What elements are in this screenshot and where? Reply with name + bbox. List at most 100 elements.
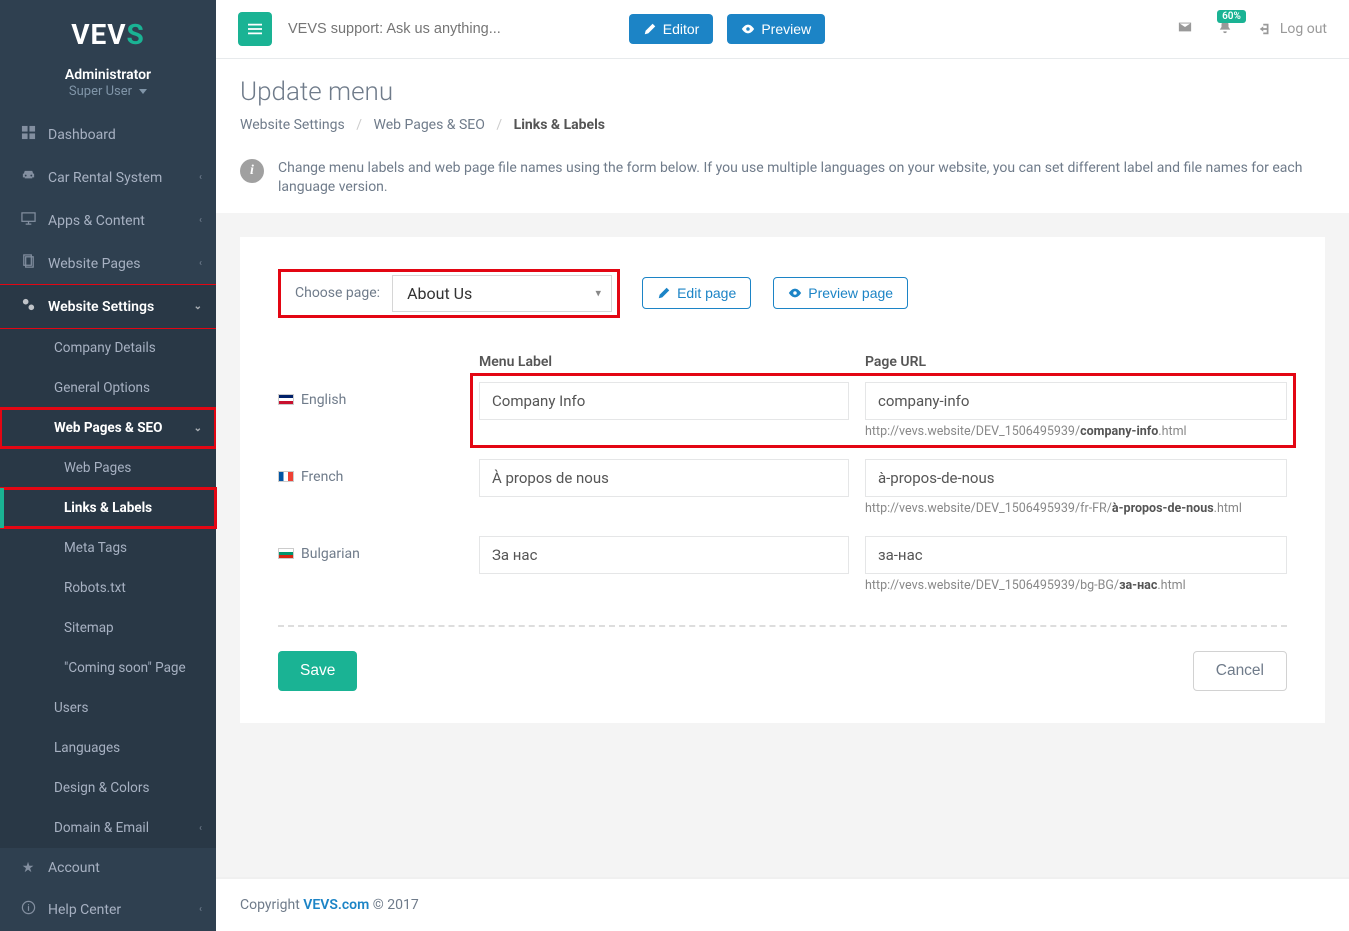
sidebar-item-web-pages-seo[interactable]: Web Pages & SEO ⌄ [0, 408, 216, 448]
choose-page-select[interactable]: About Us [392, 275, 612, 312]
support-search-input[interactable] [286, 15, 615, 43]
breadcrumb-item[interactable]: Web Pages & SEO [373, 117, 484, 133]
car-icon [18, 168, 38, 187]
edit-page-button[interactable]: Edit page [642, 277, 751, 309]
page-url-input-fr[interactable] [865, 459, 1287, 497]
footer: Copyright VEVS.com © 2017 [216, 877, 1349, 931]
sidebar-item-website-pages[interactable]: Website Pages ‹ [0, 242, 216, 285]
preview-page-button[interactable]: Preview page [773, 277, 908, 309]
notifications-icon[interactable]: 60% [1218, 20, 1232, 38]
url-hint-fr: http://vevs.website/DEV_1506495939/fr-FR… [865, 501, 1287, 516]
monitor-icon [18, 211, 38, 230]
labels-table: Menu Label Page URL English http://vevs.… [278, 354, 1287, 593]
eye-icon [741, 22, 755, 36]
breadcrumb-current: Links & Labels [514, 117, 605, 133]
sidebar-item-apps[interactable]: Apps & Content ‹ [0, 199, 216, 242]
user-role: Administrator [0, 67, 216, 83]
nav: Dashboard Car Rental System ‹ Apps & Cont… [0, 113, 216, 931]
topbar: Editor Preview 60% Log out [216, 0, 1349, 59]
preview-label: Preview [761, 21, 811, 37]
chevron-left-icon: ‹ [199, 823, 202, 834]
sidebar-item-users[interactable]: Users [0, 688, 216, 728]
url-hint-en: http://vevs.website/DEV_1506495939/compa… [865, 424, 1287, 439]
page-title: Update menu [240, 77, 1325, 107]
mail-icon[interactable] [1178, 20, 1192, 38]
info-bar: i Change menu labels and web page file n… [216, 147, 1349, 213]
logo: VEVS [0, 0, 216, 63]
page-header: Update menu Website Settings / Web Pages… [216, 59, 1349, 147]
sidebar-item-links-labels[interactable]: Links & Labels [0, 488, 216, 528]
sidebar-item-label: Domain & Email [54, 820, 149, 836]
lang-french: French [278, 459, 463, 485]
chevron-left-icon: ‹ [199, 215, 202, 226]
sidebar-item-web-pages[interactable]: Web Pages [0, 448, 216, 488]
form-card: Choose page: About Us Edit page Preview … [240, 237, 1325, 723]
cancel-button[interactable]: Cancel [1193, 651, 1287, 691]
sidebar-item-account[interactable]: ★ Account [0, 848, 216, 888]
sidebar-item-label: Website Settings [48, 299, 154, 315]
breadcrumb-item[interactable]: Website Settings [240, 117, 345, 133]
sidebar-item-label: Dashboard [48, 127, 116, 143]
sidebar-item-design[interactable]: Design & Colors [0, 768, 216, 808]
logout-button[interactable]: Log out [1258, 21, 1327, 37]
page-url-input-bg[interactable] [865, 536, 1287, 574]
divider [278, 625, 1287, 627]
breadcrumb: Website Settings / Web Pages & SEO / Lin… [240, 117, 1325, 133]
menu-toggle-button[interactable] [238, 12, 272, 46]
chevron-left-icon: ‹ [199, 258, 202, 269]
sidebar-item-general-options[interactable]: General Options [0, 368, 216, 408]
sidebar-item-robots[interactable]: Robots.txt [0, 568, 216, 608]
logout-label: Log out [1280, 21, 1327, 37]
sidebar-item-sitemap[interactable]: Sitemap [0, 608, 216, 648]
sidebar-item-label: Apps & Content [48, 213, 145, 229]
user-level-dropdown[interactable]: Super User [69, 84, 147, 99]
menu-label-input-en[interactable] [479, 382, 849, 420]
sidebar-item-coming-soon[interactable]: "Coming soon" Page [0, 648, 216, 688]
lang-bulgarian: Bulgarian [278, 536, 463, 562]
chevron-left-icon: ‹ [199, 172, 202, 183]
pencil-icon [643, 22, 657, 36]
user-level-label: Super User [69, 84, 132, 99]
menu-label-input-bg[interactable] [479, 536, 849, 574]
lang-english: English [278, 382, 463, 408]
sidebar-item-car-rental[interactable]: Car Rental System ‹ [0, 156, 216, 199]
preview-button[interactable]: Preview [727, 14, 825, 44]
progress-badge: 60% [1217, 10, 1246, 23]
choose-page-label: Choose page: [295, 285, 380, 301]
sidebar-item-languages[interactable]: Languages [0, 728, 216, 768]
chevron-down-icon: ⌄ [194, 423, 202, 434]
brand-accent: S [127, 18, 145, 51]
brand-main: VEV [71, 18, 126, 51]
sidebar-item-label: Car Rental System [48, 170, 162, 186]
flag-bg-icon [278, 548, 294, 559]
logout-icon [1258, 22, 1272, 36]
sidebar-item-label: Account [48, 860, 100, 876]
sidebar-item-dashboard[interactable]: Dashboard [0, 113, 216, 156]
star-icon: ★ [18, 860, 38, 876]
user-block: Administrator Super User [0, 63, 216, 113]
sidebar-item-domain-email[interactable]: Domain & Email ‹ [0, 808, 216, 848]
choose-page-highlight: Choose page: About Us [278, 269, 620, 318]
main: Editor Preview 60% Log out Update menu W… [216, 0, 1349, 931]
pencil-icon [657, 286, 671, 300]
save-button[interactable]: Save [278, 651, 357, 691]
flag-gb-icon [278, 394, 294, 405]
info-icon: i [240, 159, 264, 183]
pages-icon [18, 254, 38, 273]
sidebar-item-label: Web Pages & SEO [54, 420, 162, 436]
sidebar-item-website-settings[interactable]: Website Settings ⌄ [0, 285, 216, 328]
sidebar-item-meta-tags[interactable]: Meta Tags [0, 528, 216, 568]
chevron-down-icon: ⌄ [194, 301, 202, 312]
sidebar-item-label: Website Pages [48, 256, 140, 272]
menu-label-input-fr[interactable] [479, 459, 849, 497]
row-english-highlight: http://vevs.website/DEV_1506495939/compa… [473, 376, 1293, 445]
editor-label: Editor [663, 21, 700, 37]
editor-button[interactable]: Editor [629, 14, 714, 44]
grid-icon [18, 125, 38, 144]
page-url-input-en[interactable] [865, 382, 1287, 420]
gears-icon [18, 297, 38, 316]
eye-icon [788, 286, 802, 300]
sidebar-item-company-details[interactable]: Company Details [0, 328, 216, 368]
flag-fr-icon [278, 471, 294, 482]
footer-link[interactable]: VEVS.com [303, 897, 369, 913]
